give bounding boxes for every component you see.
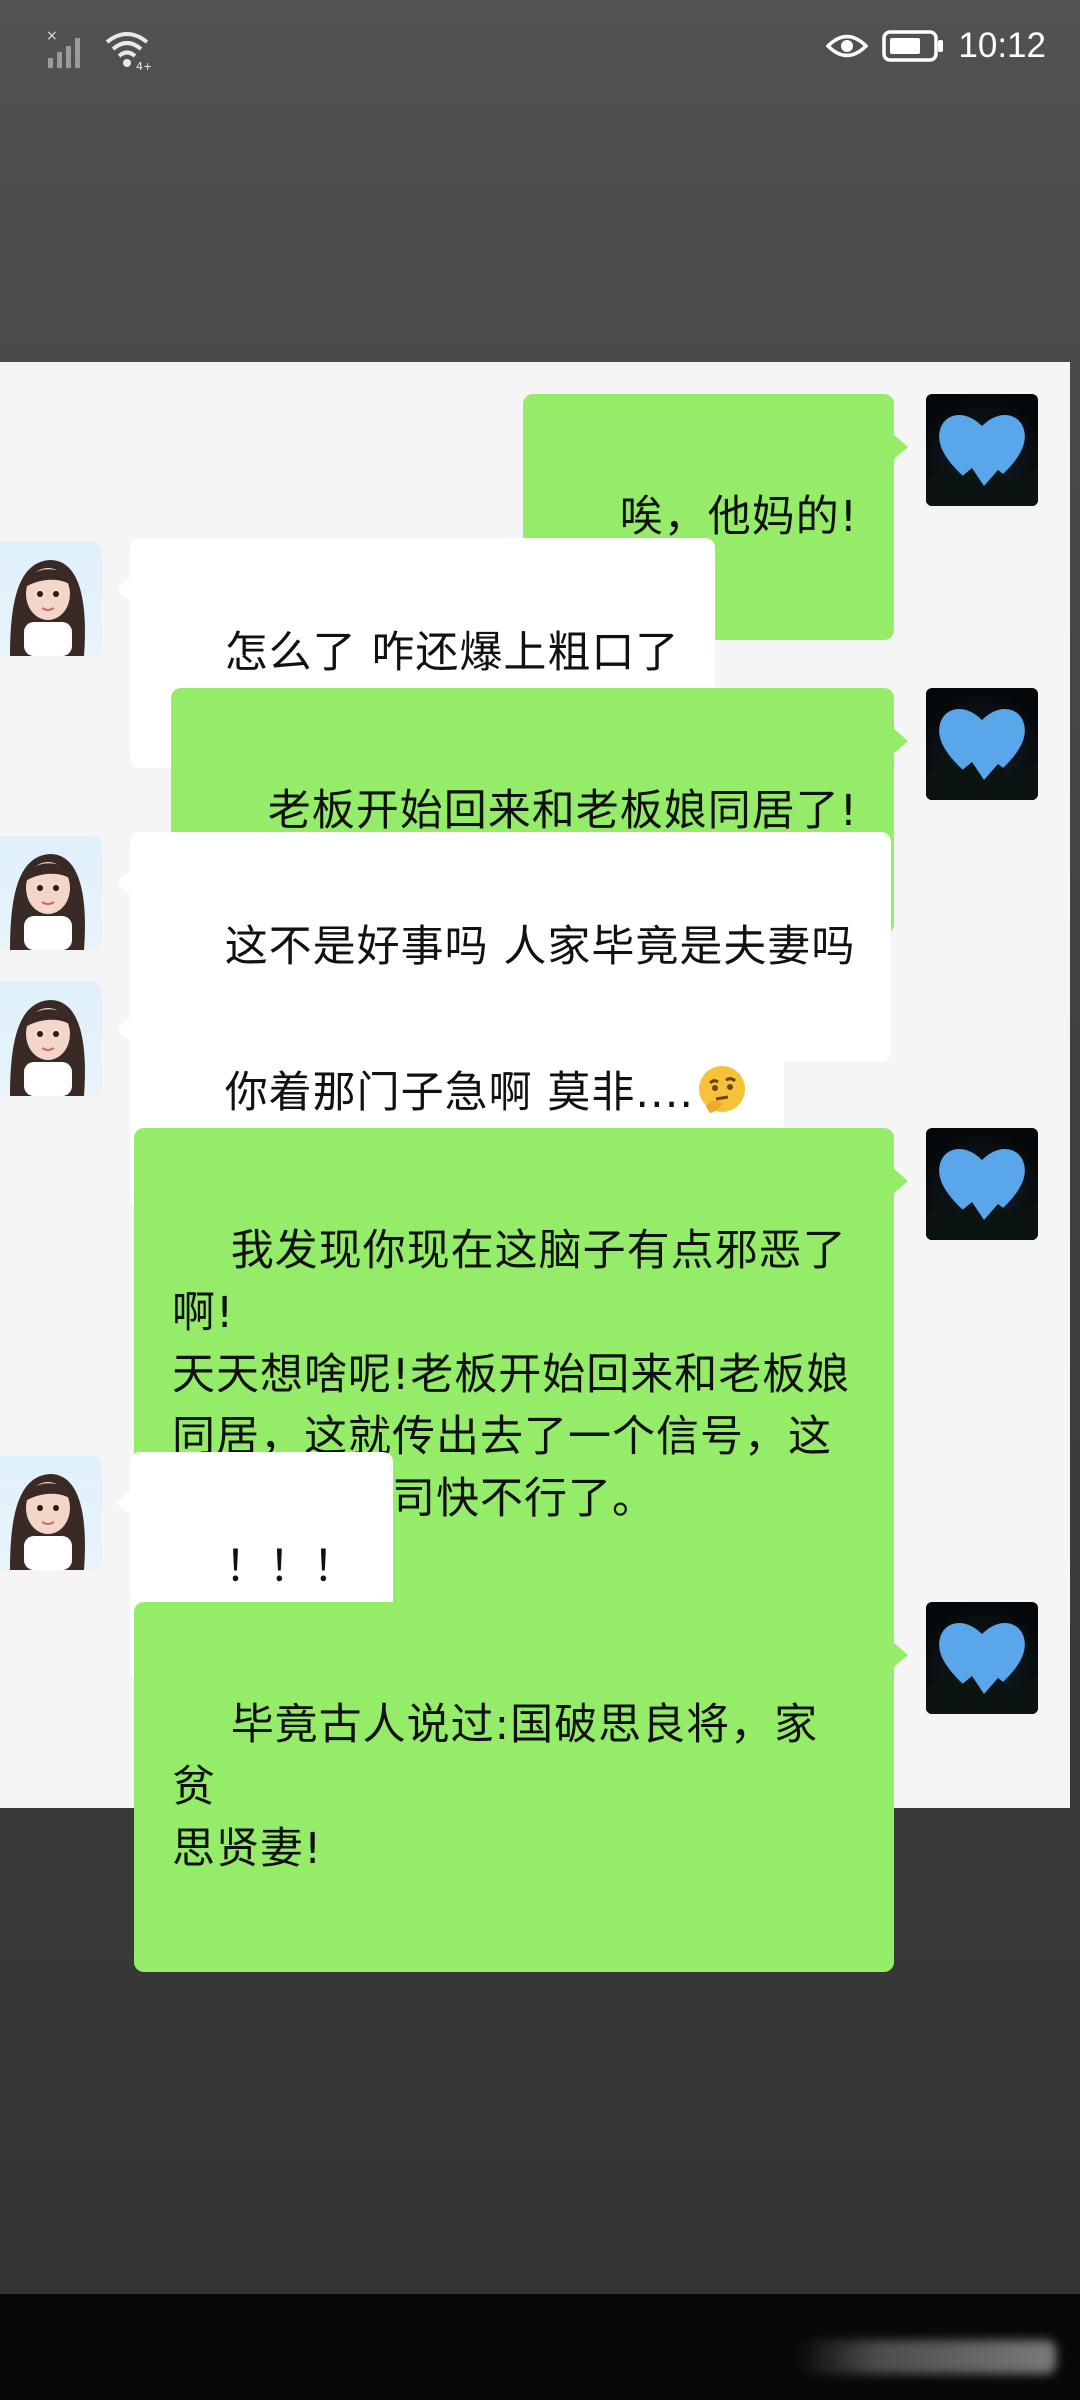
blue-heart-icon — [926, 1622, 1038, 1714]
girl-portrait-icon — [10, 560, 85, 656]
my-avatar[interactable] — [926, 688, 1038, 800]
girl-portrait-icon — [10, 1474, 85, 1570]
status-bar: × 4+ 10:12 — [0, 0, 1080, 100]
my-avatar[interactable] — [926, 394, 1038, 506]
my-avatar[interactable] — [926, 1128, 1038, 1240]
status-time: 10:12 — [958, 26, 1046, 65]
my-avatar[interactable] — [926, 1602, 1038, 1714]
message-text: 毕竟古人说过:国破思良将，家贫 思贤妻! — [172, 1700, 819, 1874]
message-text: 这不是好事吗 人家毕竟是夫妻吗 — [224, 922, 856, 972]
girl-portrait-icon — [10, 1000, 85, 1096]
signal-icon: × — [46, 28, 80, 68]
watermark — [796, 2340, 1056, 2374]
status-right: 10:12 — [826, 26, 1046, 66]
message-text: 老板开始回来和老板娘同居了! — [267, 786, 858, 836]
message-bubble-sent[interactable]: 毕竟古人说过:国破思良将，家贫 思贤妻! — [134, 1602, 908, 1972]
message-text: ！！！ — [224, 1542, 357, 1592]
eye-icon — [826, 34, 869, 58]
blue-heart-icon — [926, 414, 1038, 506]
wifi-icon: 4+ — [105, 32, 152, 73]
message-text: 怎么了 咋还爆上粗口了 — [224, 628, 680, 678]
svg-text:4+: 4+ — [136, 60, 151, 70]
friend-avatar[interactable] — [0, 982, 102, 1096]
svg-text:×: × — [46, 28, 58, 44]
girl-portrait-icon — [10, 854, 85, 950]
message-text: 你着那门子急啊 莫非.... — [224, 1068, 695, 1118]
message-text: 唉，他妈的! — [619, 492, 858, 542]
friend-avatar[interactable] — [0, 836, 102, 950]
friend-avatar[interactable] — [0, 542, 102, 656]
status-left: × 4+ — [46, 28, 152, 74]
friend-avatar[interactable] — [0, 1456, 102, 1570]
blue-heart-icon — [926, 1148, 1038, 1240]
blue-heart-icon — [926, 708, 1038, 800]
battery-icon — [882, 30, 944, 62]
thinking-face-emoji-icon — [699, 1066, 746, 1113]
chat-screenshot: 唉，他妈的! 怎么了 咋还爆上粗口了 老板开始回来和老板娘同居了! 这不是好事吗… — [0, 362, 1070, 1972]
